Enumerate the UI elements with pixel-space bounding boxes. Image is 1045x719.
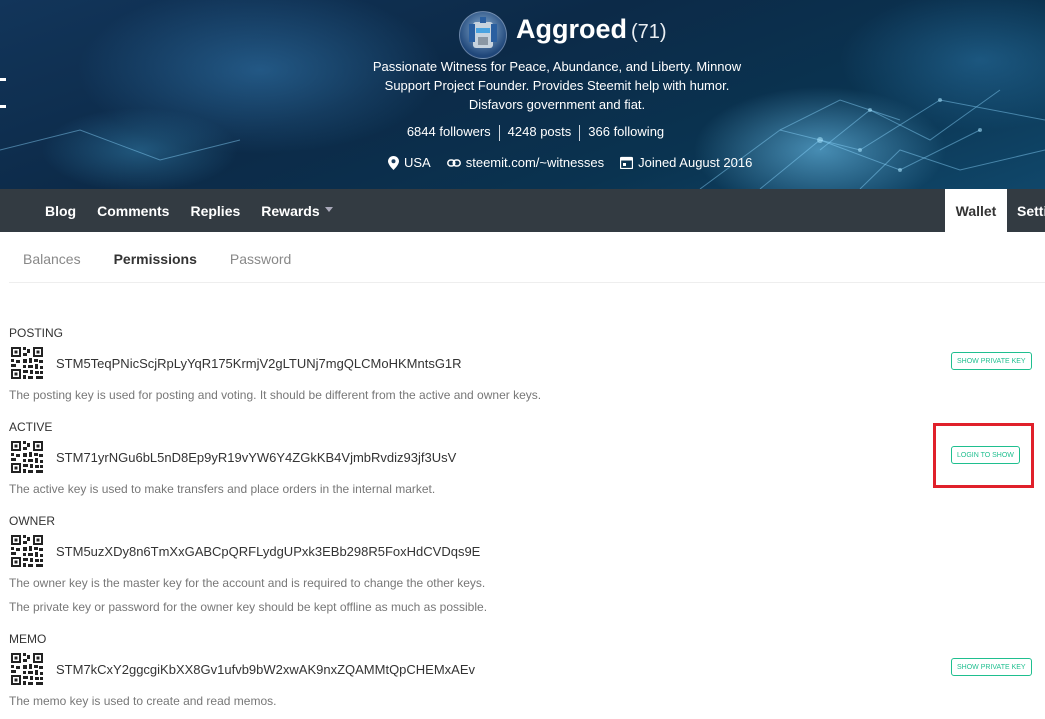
posting-key-value: STM5TeqPNicScjRpLyYqR175KrmjV2gLTUNj7mgQ… xyxy=(56,355,462,371)
divider xyxy=(9,282,1045,283)
following-count[interactable]: 366 following xyxy=(588,124,664,139)
location-pin-icon xyxy=(388,155,399,170)
show-private-key-button[interactable]: SHOW PRIVATE KEY xyxy=(951,352,1032,370)
subtab-balances[interactable]: Balances xyxy=(23,251,81,267)
qr-code-icon[interactable] xyxy=(11,653,43,685)
wallet-subtabs: Balances Permissions Password xyxy=(23,251,324,267)
subtab-permissions[interactable]: Permissions xyxy=(114,251,197,267)
website-link[interactable]: steemit.com/~witnesses xyxy=(466,155,604,170)
profile-header: Aggroed (71) Passionate Witness for Peace… xyxy=(0,0,1045,189)
subtab-password[interactable]: Password xyxy=(230,251,291,267)
owner-key-description-2: The private key or password for the owne… xyxy=(9,600,488,614)
link-icon xyxy=(446,158,461,167)
owner-key-row: STM5uzXDy8n6TmXxGABCpQRFLydgUPxk3EBb298R… xyxy=(11,535,480,567)
owner-key-description: The owner key is the master key for the … xyxy=(9,576,486,590)
followers-count[interactable]: 6844 followers xyxy=(407,124,491,139)
memo-key-description: The memo key is used to create and read … xyxy=(9,694,277,708)
active-key-description: The active key is used to make transfers… xyxy=(9,482,436,496)
caret-down-icon xyxy=(324,207,333,212)
tab-wallet[interactable]: Wallet xyxy=(945,189,1007,232)
posting-key-row: STM5TeqPNicScjRpLyYqR175KrmjV2gLTUNj7mgQ… xyxy=(11,347,462,379)
profile-name: Aggroed xyxy=(516,14,627,44)
memo-key-value: STM7kCxY2ggcgiKbXX8Gv1ufvb9bW2xwAK9nxZQA… xyxy=(56,661,476,677)
nav-blog[interactable]: Blog xyxy=(45,203,76,219)
tab-settings[interactable]: Setti xyxy=(1017,189,1045,232)
nav-comments[interactable]: Comments xyxy=(97,203,169,219)
profile-meta: USA steemit.com/~witnesses Joined August… xyxy=(388,155,768,170)
nav-rewards-label: Rewards xyxy=(261,202,320,219)
posting-key-description: The posting key is used for posting and … xyxy=(9,388,542,402)
nav-replies[interactable]: Replies xyxy=(190,203,240,219)
avatar[interactable] xyxy=(459,11,507,59)
qr-code-icon[interactable] xyxy=(11,441,43,473)
joined-date: Joined August 2016 xyxy=(638,155,753,170)
active-key-label: ACTIVE xyxy=(9,420,53,434)
highlight-annotation xyxy=(933,423,1034,488)
posts-count: 4248 posts xyxy=(507,124,572,139)
calendar-icon xyxy=(620,156,634,169)
profile-nav: Blog Comments Replies Rewards Wallet Set… xyxy=(0,189,1045,232)
owner-key-label: OWNER xyxy=(9,514,55,528)
qr-code-icon[interactable] xyxy=(11,535,43,567)
memo-key-row: STM7kCxY2ggcgiKbXX8Gv1ufvb9bW2xwAK9nxZQA… xyxy=(11,653,475,685)
profile-stats: 6844 followers 4248 posts 366 following xyxy=(0,124,1045,141)
nav-rewards[interactable]: Rewards xyxy=(261,202,333,219)
show-private-key-button[interactable]: SHOW PRIVATE KEY xyxy=(951,658,1032,676)
profile-about: Passionate Witness for Peace, Abundance,… xyxy=(372,59,742,112)
active-key-value: STM71yrNGu6bL5nD8Ep9yR19vYW6Y4ZGkKB4Vjmb… xyxy=(56,449,457,465)
posting-key-label: POSTING xyxy=(9,326,64,340)
memo-key-label: MEMO xyxy=(9,632,47,646)
hero-edge-mark xyxy=(0,78,6,108)
owner-key-value: STM5uzXDy8n6TmXxGABCpQRFLydgUPxk3EBb298R… xyxy=(56,543,481,559)
reputation-score: (71) xyxy=(631,21,667,43)
active-key-row: STM71yrNGu6bL5nD8Ep9yR19vYW6Y4ZGkKB4Vjmb… xyxy=(11,441,456,473)
qr-code-icon[interactable] xyxy=(11,347,43,379)
location-text: USA xyxy=(404,155,431,170)
